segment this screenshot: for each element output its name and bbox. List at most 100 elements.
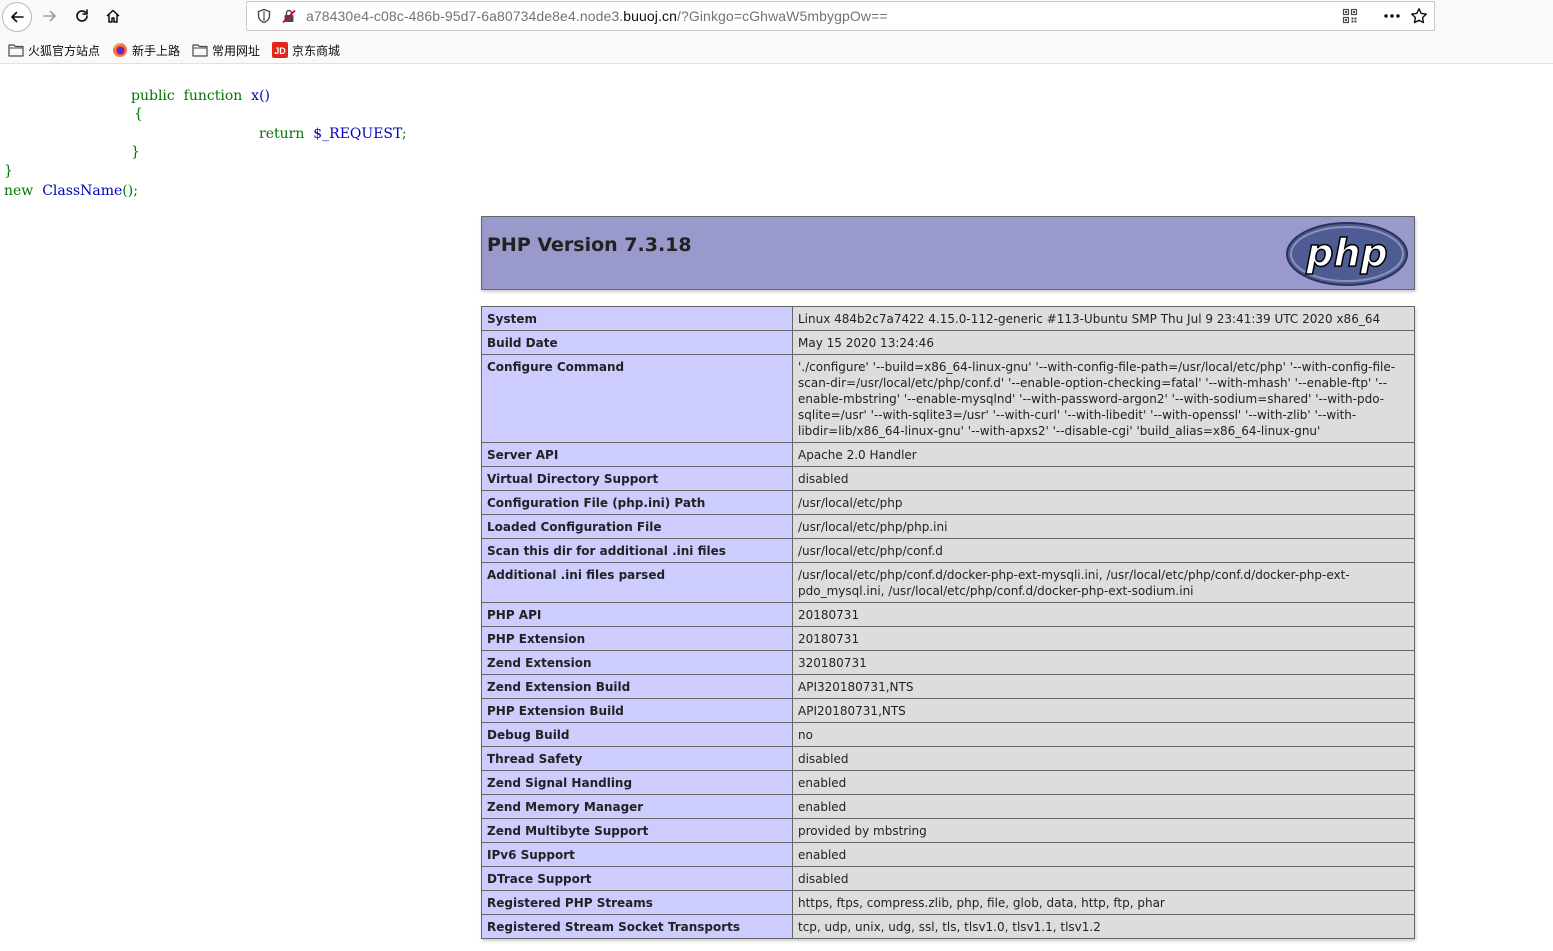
phpinfo-row: DTrace Support disabled (481, 866, 1415, 891)
phpinfo-value: enabled (792, 794, 1415, 819)
bookmark-star-icon[interactable] (1410, 7, 1428, 25)
phpinfo-row: Zend Extension 320180731 (481, 650, 1415, 675)
phpinfo-header: PHP Version 7.3.18 php (481, 216, 1415, 290)
browser-toolbar: a78430e4-c08c-486b-95d7-6a80734de8e4.nod… (0, 0, 1553, 36)
arrow-left-icon (11, 11, 24, 23)
phpinfo-value: API320180731,NTS (792, 674, 1415, 699)
forward-button[interactable] (36, 2, 64, 30)
phpinfo-key: PHP Extension Build (481, 698, 793, 723)
phpinfo-row: Zend Memory Manager enabled (481, 794, 1415, 819)
reload-icon (76, 9, 88, 22)
phpinfo-key: IPv6 Support (481, 842, 793, 867)
insecure-lock-icon[interactable] (281, 8, 297, 24)
phpinfo-value: enabled (792, 770, 1415, 795)
phpinfo-value: disabled (792, 866, 1415, 891)
phpinfo-row: IPv6 Support enabled (481, 842, 1415, 867)
code-line: return $_REQUEST; (259, 126, 407, 142)
phpinfo-key: Zend Memory Manager (481, 794, 793, 819)
bookmarks-toolbar: 火狐官方站点 新手上路 常用网址 JD 京东商城 (0, 36, 1553, 64)
folder-icon (192, 44, 208, 57)
phpinfo-row: Scan this dir for additional .ini files /… (481, 538, 1415, 563)
phpinfo-row: Build Date May 15 2020 13:24:46 (481, 330, 1415, 355)
code-line: } (131, 144, 140, 160)
phpinfo-key: Server API (481, 442, 793, 467)
phpinfo-row: Zend Extension Build API320180731,NTS (481, 674, 1415, 699)
phpinfo-key: Scan this dir for additional .ini files (481, 538, 793, 563)
phpinfo-row: Thread Safety disabled (481, 746, 1415, 771)
php-logo[interactable]: php (1285, 221, 1409, 287)
phpinfo-value: 320180731 (792, 650, 1415, 675)
highlighted-source-code: public function x() { return $_REQUEST; … (0, 64, 480, 214)
code-line: new ClassName(); (4, 183, 138, 199)
phpinfo-row: Registered PHP Streams https, ftps, compr… (481, 890, 1415, 915)
svg-text:JD: JD (274, 46, 286, 56)
phpinfo-value: disabled (792, 466, 1415, 491)
phpinfo-key: Debug Build (481, 722, 793, 747)
shield-icon[interactable] (256, 8, 272, 24)
url-text[interactable]: a78430e4-c08c-486b-95d7-6a80734de8e4.nod… (306, 8, 888, 24)
phpinfo-key: Zend Signal Handling (481, 770, 793, 795)
phpinfo-key: Loaded Configuration File (481, 514, 793, 539)
phpinfo-value: Apache 2.0 Handler (792, 442, 1415, 467)
qr-code-icon[interactable] (1342, 8, 1358, 24)
phpinfo-value: enabled (792, 842, 1415, 867)
phpinfo-key: Zend Extension Build (481, 674, 793, 699)
phpinfo-row: Server API Apache 2.0 Handler (481, 442, 1415, 467)
bookmark-item[interactable]: 新手上路 (112, 41, 180, 59)
phpinfo-value: /usr/local/etc/php/conf.d (792, 538, 1415, 563)
svg-text:php: php (1305, 231, 1387, 275)
phpinfo-key: Configure Command (481, 354, 793, 443)
arrow-right-icon (43, 10, 56, 22)
phpinfo-value: Linux 484b2c7a7422 4.15.0-112-generic #1… (792, 306, 1415, 331)
phpinfo-key: PHP Extension (481, 626, 793, 651)
phpinfo-row: Debug Build no (481, 722, 1415, 747)
phpinfo-key: DTrace Support (481, 866, 793, 891)
phpinfo-value: May 15 2020 13:24:46 (792, 330, 1415, 355)
jd-icon: JD (272, 42, 288, 58)
phpinfo-row: Configuration File (php.ini) Path/usr/lo… (481, 490, 1415, 515)
phpinfo-row: Zend Multibyte Support provided by mbstri… (481, 818, 1415, 843)
bookmark-label: 常用网址 (212, 43, 261, 58)
phpinfo-key: Build Date (481, 330, 793, 355)
bookmark-item[interactable]: 常用网址 (192, 41, 260, 59)
phpinfo-row: PHP Extension 20180731 (481, 626, 1415, 651)
bookmark-item[interactable]: 火狐官方站点 (8, 41, 100, 59)
phpinfo-key: Zend Extension (481, 650, 793, 675)
code-line: { (134, 106, 143, 122)
phpinfo-value: 20180731 (792, 626, 1415, 651)
page-actions-icon[interactable] (1383, 8, 1401, 24)
bookmark-label: 京东商城 (292, 43, 341, 58)
bookmark-item[interactable]: JD 京东商城 (272, 41, 340, 59)
phpinfo-value: no (792, 722, 1415, 747)
reload-button[interactable] (68, 2, 96, 30)
phpinfo-key: Thread Safety (481, 746, 793, 771)
phpinfo-value: provided by mbstring (792, 818, 1415, 843)
phpinfo-value: API20180731,NTS (792, 698, 1415, 723)
phpinfo-table: System Linux 484b2c7a7422 4.15.0-112-gene… (481, 306, 1415, 939)
address-bar[interactable]: a78430e4-c08c-486b-95d7-6a80734de8e4.nod… (246, 1, 1435, 31)
home-button[interactable] (99, 2, 127, 30)
phpinfo-key: Configuration File (php.ini) Path (481, 490, 793, 515)
back-button[interactable] (2, 2, 32, 32)
phpinfo-value: disabled (792, 746, 1415, 771)
bookmark-label: 火狐官方站点 (28, 43, 101, 58)
phpinfo-row: PHP API 20180731 (481, 602, 1415, 627)
code-line: public function x() (131, 88, 270, 104)
home-icon (106, 9, 120, 23)
phpinfo-section: PHP Version 7.3.18 php System Linux 484b2… (481, 216, 1415, 939)
code-line: } (4, 163, 13, 179)
folder-icon (8, 44, 24, 57)
phpinfo-key: System (481, 306, 793, 331)
phpinfo-key: Virtual Directory Support (481, 466, 793, 491)
firefox-icon (113, 43, 127, 57)
php-version-title: PHP Version 7.3.18 (487, 234, 692, 256)
phpinfo-key: Additional .ini files parsed (481, 562, 793, 603)
phpinfo-row: System Linux 484b2c7a7422 4.15.0-112-gene… (481, 306, 1415, 331)
phpinfo-row: Configure Command './configure' '--build=… (481, 354, 1415, 443)
phpinfo-value: /usr/local/etc/php (792, 490, 1415, 515)
phpinfo-row: Virtual Directory Support disabled (481, 466, 1415, 491)
phpinfo-key: Registered Stream Socket Transports (481, 914, 793, 939)
phpinfo-value: './configure' '--build=x86_64-linux-gnu'… (792, 354, 1415, 443)
phpinfo-row: Zend Signal Handling enabled (481, 770, 1415, 795)
bookmark-label: 新手上路 (132, 43, 181, 58)
